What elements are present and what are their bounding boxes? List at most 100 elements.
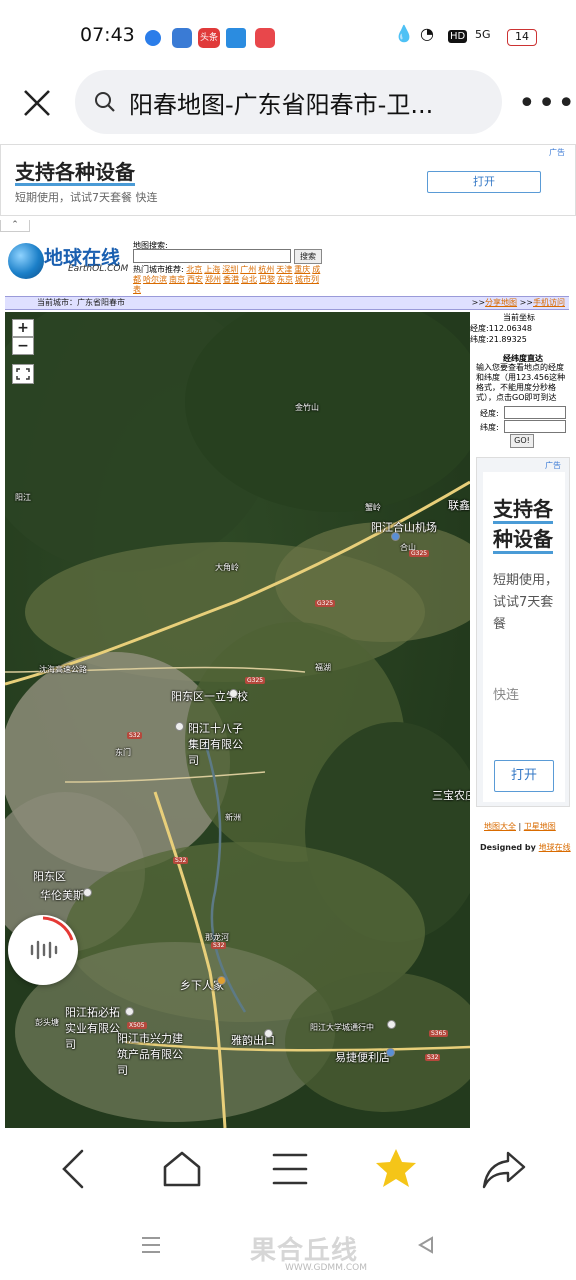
shop-pin-icon[interactable] [83,888,92,897]
city-link[interactable]: 北京 [186,265,202,274]
close-icon[interactable] [22,88,52,118]
designed-by-link[interactable]: 地球在线 [539,843,571,852]
city-link[interactable]: 哈尔滨 [143,275,167,284]
watermark-sub: WWW.GDMM.COM [285,1263,367,1273]
favorite-star-icon[interactable] [372,1145,420,1193]
road-tag: G325 [245,677,266,684]
zoom-in-button[interactable]: + [12,319,34,337]
zoom-out-button[interactable]: − [12,337,34,355]
map-label: 阳江拓必拓实业有限公司 [65,1006,120,1051]
restaurant-pin-icon[interactable] [217,976,226,985]
app-notification-icon [145,30,161,46]
ad-tag: 广告 [549,148,565,157]
menu-icon[interactable] [266,1145,314,1193]
map-label: 大角岭 [215,563,239,572]
lon-label: 经度: [480,409,499,418]
url-field[interactable]: 阳春地图-广东省阳春市-卫... [75,70,502,134]
ad-open-button[interactable]: 打开 [427,171,541,193]
road-tag: S32 [211,942,227,949]
droplet-icon: 💧 [394,24,414,43]
designed-by-label: Designed by [480,843,536,852]
map-label: 福湖 [315,663,331,672]
home-icon[interactable] [158,1145,206,1193]
city-link[interactable]: 广州 [240,265,256,274]
signal-icon: 5G [475,28,491,41]
longitude-text: 经度:112.06348 [470,324,532,333]
search-icon [95,92,115,112]
map-search-button[interactable]: 搜索 [294,249,322,264]
system-back-icon[interactable] [416,1235,436,1255]
map-directory-link[interactable]: 地图大全 [484,822,516,831]
latitude-input[interactable] [504,420,566,433]
road-tag: S32 [425,1054,441,1061]
status-bar: 07:43 头条 💧 ◔ HD 5G 14 [0,0,576,72]
more-icon[interactable]: ••• [518,86,576,121]
coord-jump-desc: 输入您要查看地点的经度和纬度（用123.456这种格式，不能用度分秒格式），点击… [476,363,566,402]
go-button[interactable]: GO! [510,434,534,448]
wifi-icon: ◔ [420,24,434,43]
map-label: 华伦美斯 [40,889,84,902]
city-link[interactable]: 香港 [223,275,239,284]
city-link[interactable]: 重庆 [294,265,310,274]
map-label: 蟹岭 [365,503,381,512]
recents-icon[interactable] [140,1235,162,1255]
ad-collapse-caret-icon[interactable]: ⌃ [0,220,30,232]
share-map-link[interactable]: 分享地图 [485,298,517,307]
satellite-map[interactable]: + − 阳江合山机场 阳东区一立学校 阳江十八子集团有限公司 阳东区 华伦美斯 … [5,312,470,1128]
company-pin-icon[interactable] [175,722,184,731]
company-pin-icon[interactable] [125,1007,134,1016]
map-label: 联鑫 [448,499,470,512]
side-ad-subtext: 短期使用，试试7天套餐 [493,573,559,632]
latitude-text: 纬度:21.89325 [470,335,527,344]
ad-heading: 支持各种设备 [15,160,135,186]
map-label: 三宝农庄 [432,789,470,802]
site-logo-sub: EarthOL.COM [68,264,129,274]
map-label: 金竹山 [295,403,319,412]
map-label: 阳江十八子集团有限公司 [188,722,243,767]
map-label: 阳江大学城通行中 [310,1023,374,1032]
ad-subtext: 短期使用，试试7天套餐 快连 [15,191,158,204]
side-ad-open-button[interactable]: 打开 [494,760,554,792]
city-link[interactable]: 上海 [204,265,220,274]
exit-pin-icon[interactable] [264,1029,273,1038]
city-link[interactable]: 巴黎 [259,275,275,284]
lat-label: 纬度: [480,423,499,432]
map-search-input[interactable] [133,249,291,263]
map-label: 东门 [115,748,131,757]
place-pin-icon[interactable] [387,1020,396,1029]
hot-cities-label: 热门城市推荐: [133,265,184,274]
side-ad-heading-text: 支持各种设备 [493,497,553,554]
city-link[interactable]: 东京 [277,275,293,284]
school-pin-icon[interactable] [229,689,238,698]
road-tag: S32 [173,857,189,864]
airport-pin-icon[interactable] [391,532,400,541]
voice-assistant-button[interactable] [8,915,78,985]
satellite-map-link[interactable]: 卫星地图 [524,822,556,831]
map-label: 新洲 [225,813,241,822]
city-link[interactable]: 西安 [187,275,203,284]
road-tag: S32 [127,732,143,739]
battery-icon: 14 [507,29,537,46]
hot-cities: 热门城市推荐: 北京 上海 深圳 广州 杭州 天津 重庆 成都 哈尔滨 南京 西安 郑州 香港 台北 巴黎东… [133,265,328,295]
current-city-bar: 当前城市：广东省阳春市 >>分享地图 >>手机访问 [5,296,569,310]
side-ad-heading: 支持各种设备 [493,494,565,554]
map-label: 阳江 [15,493,31,502]
city-link[interactable]: 杭州 [258,265,274,274]
city-link[interactable]: 天津 [276,265,292,274]
top-ad-banner[interactable]: 广告 支持各种设备 短期使用，试试7天套餐 快连 打开 [0,144,576,216]
side-ad[interactable]: 广告 支持各种设备 短期使用，试试7天套餐 快连 打开 [476,457,570,807]
mobile-access-link[interactable]: 手机访问 [533,298,565,307]
city-link[interactable]: 台北 [241,275,257,284]
map-label: 阳江市兴力建筑产品有限公司 [117,1032,183,1077]
current-city: 当前城市：广东省阳春市 [37,298,125,307]
city-bar-links: >>分享地图 >>手机访问 [472,297,565,309]
share-icon[interactable] [480,1145,528,1193]
hd-icon: HD [448,30,468,43]
city-link[interactable]: 郑州 [205,275,221,284]
city-link[interactable]: 南京 [169,275,185,284]
back-icon[interactable] [50,1145,98,1193]
store-pin-icon[interactable] [386,1048,395,1057]
fullscreen-icon[interactable] [12,364,34,384]
city-link[interactable]: 深圳 [222,265,238,274]
longitude-input[interactable] [504,406,566,419]
